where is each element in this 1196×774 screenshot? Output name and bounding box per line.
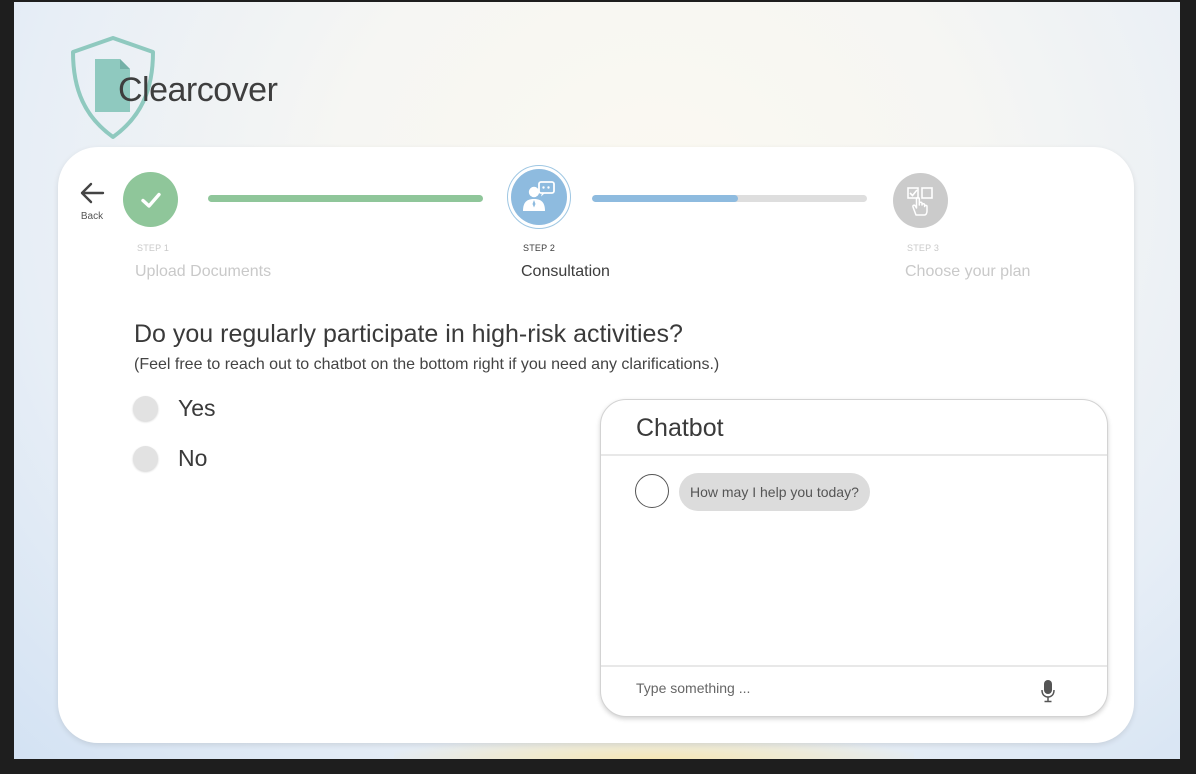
check-icon [140, 192, 161, 208]
chatbot-header-divider [601, 454, 1107, 456]
option-no-label: No [178, 445, 208, 471]
step2-indicator [507, 165, 571, 229]
chatbot-title: Chatbot [636, 414, 724, 442]
back-button[interactable]: Back [78, 181, 106, 222]
progress-bar-step2-fill [592, 195, 738, 202]
select-plan-icon [906, 186, 933, 216]
step2-name: Consultation [521, 263, 610, 280]
chat-input[interactable] [636, 680, 1036, 696]
progress-bar-step1 [208, 195, 483, 202]
back-label: Back [80, 211, 104, 222]
main-card: Back STEP 1 Upload Documents STEP 2 Cons… [58, 147, 1134, 743]
brand-logo: Clearcover [66, 35, 326, 141]
question-hint: (Feel free to reach out to chatbot on th… [134, 356, 720, 373]
radio-no[interactable] [133, 446, 158, 471]
step3-name: Choose your plan [905, 263, 1031, 280]
chatbot-input-divider [601, 665, 1107, 667]
app-canvas: Clearcover Back STEP 1 Upload Documents … [14, 2, 1180, 759]
microphone-icon[interactable] [1041, 679, 1055, 703]
option-yes-label: Yes [178, 395, 216, 421]
option-no[interactable]: No [133, 445, 207, 472]
step3-indicator [893, 173, 948, 228]
consultant-icon [523, 181, 555, 211]
question-title: Do you regularly participate in high-ris… [134, 320, 683, 348]
step1-indicator [123, 172, 178, 227]
chatbot-panel: Chatbot How may I help you today? [600, 399, 1108, 717]
brand-name: Clearcover [118, 71, 278, 109]
step3-tag: STEP 3 [907, 243, 940, 253]
progress-bar-step2 [592, 195, 867, 202]
bot-message: How may I help you today? [679, 473, 870, 511]
step1-tag: STEP 1 [137, 243, 170, 253]
radio-yes[interactable] [133, 396, 158, 421]
step1-name: Upload Documents [135, 263, 272, 280]
arrow-left-icon [80, 182, 105, 204]
step2-tag: STEP 2 [523, 243, 556, 253]
option-yes[interactable]: Yes [133, 395, 216, 422]
bot-avatar [635, 474, 669, 508]
